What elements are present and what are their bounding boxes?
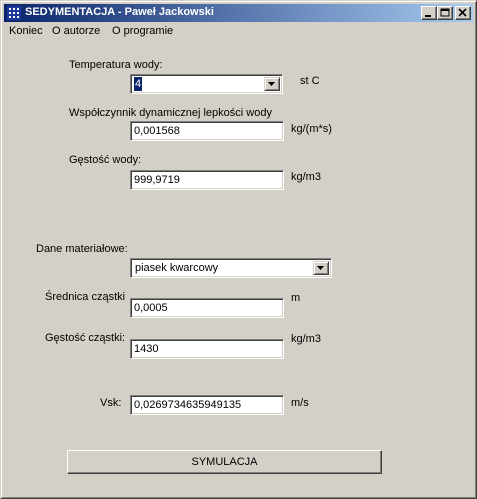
particle-density-input[interactable]: 1430 <box>130 339 284 359</box>
maximize-button[interactable] <box>437 6 453 20</box>
viscosity-unit: kg/(m*s) <box>291 123 332 135</box>
menu-o-autorze[interactable]: O autorze <box>52 25 100 37</box>
vsk-output[interactable]: 0,0269734635949135 <box>130 395 284 415</box>
chevron-down-icon <box>268 82 275 86</box>
temperature-dropdown[interactable]: 4 <box>130 74 283 94</box>
particle-density-label: Gęstość cząstki: <box>45 332 126 344</box>
window-title: SEDYMENTACJA - Paweł Jackowski <box>25 6 214 18</box>
material-value: piasek kwarcowy <box>135 262 219 274</box>
vsk-unit: m/s <box>291 397 309 409</box>
viscosity-label: Współczynnik dynamicznej lepkości wody <box>69 107 272 119</box>
material-dropdown-button[interactable] <box>313 261 329 275</box>
menu-o-programie[interactable]: O programie <box>112 25 173 37</box>
minimize-icon <box>425 15 431 17</box>
close-button[interactable] <box>455 6 471 20</box>
chevron-down-icon <box>317 266 324 270</box>
temperature-value: 4 <box>132 76 144 92</box>
material-section-label: Dane materiałowe: <box>36 243 128 255</box>
menu-koniec[interactable]: Koniec <box>9 25 43 37</box>
title-bar[interactable]: SEDYMENTACJA - Paweł Jackowski <box>4 4 473 22</box>
diameter-input[interactable]: 0,0005 <box>130 298 284 318</box>
water-density-label: Gęstość wody: <box>69 154 142 166</box>
water-density-unit: kg/m3 <box>291 171 321 183</box>
material-dropdown[interactable]: piasek kwarcowy <box>130 258 332 278</box>
temperature-unit: st C <box>300 75 320 87</box>
temperature-label: Temperatura wody: <box>69 59 163 71</box>
water-density-input[interactable]: 999,9719 <box>130 170 284 190</box>
close-icon <box>458 8 467 17</box>
temperature-dropdown-button[interactable] <box>264 77 280 91</box>
maximize-icon <box>440 8 450 17</box>
vsk-label: Vsk: <box>100 397 122 409</box>
diameter-unit: m <box>291 292 301 304</box>
menu-bar: Koniec O autorze O programie <box>4 23 473 41</box>
simulate-button[interactable]: SYMULACJA <box>67 450 382 474</box>
app-grid-icon[interactable] <box>6 5 22 21</box>
particle-density-unit: kg/m3 <box>291 333 321 345</box>
main-window: SEDYMENTACJA - Paweł Jackowski Koniec O … <box>0 0 477 499</box>
diameter-label: Średnica cząstki <box>45 291 126 303</box>
minimize-button[interactable] <box>421 6 437 20</box>
viscosity-input[interactable]: 0,001568 <box>130 121 284 141</box>
